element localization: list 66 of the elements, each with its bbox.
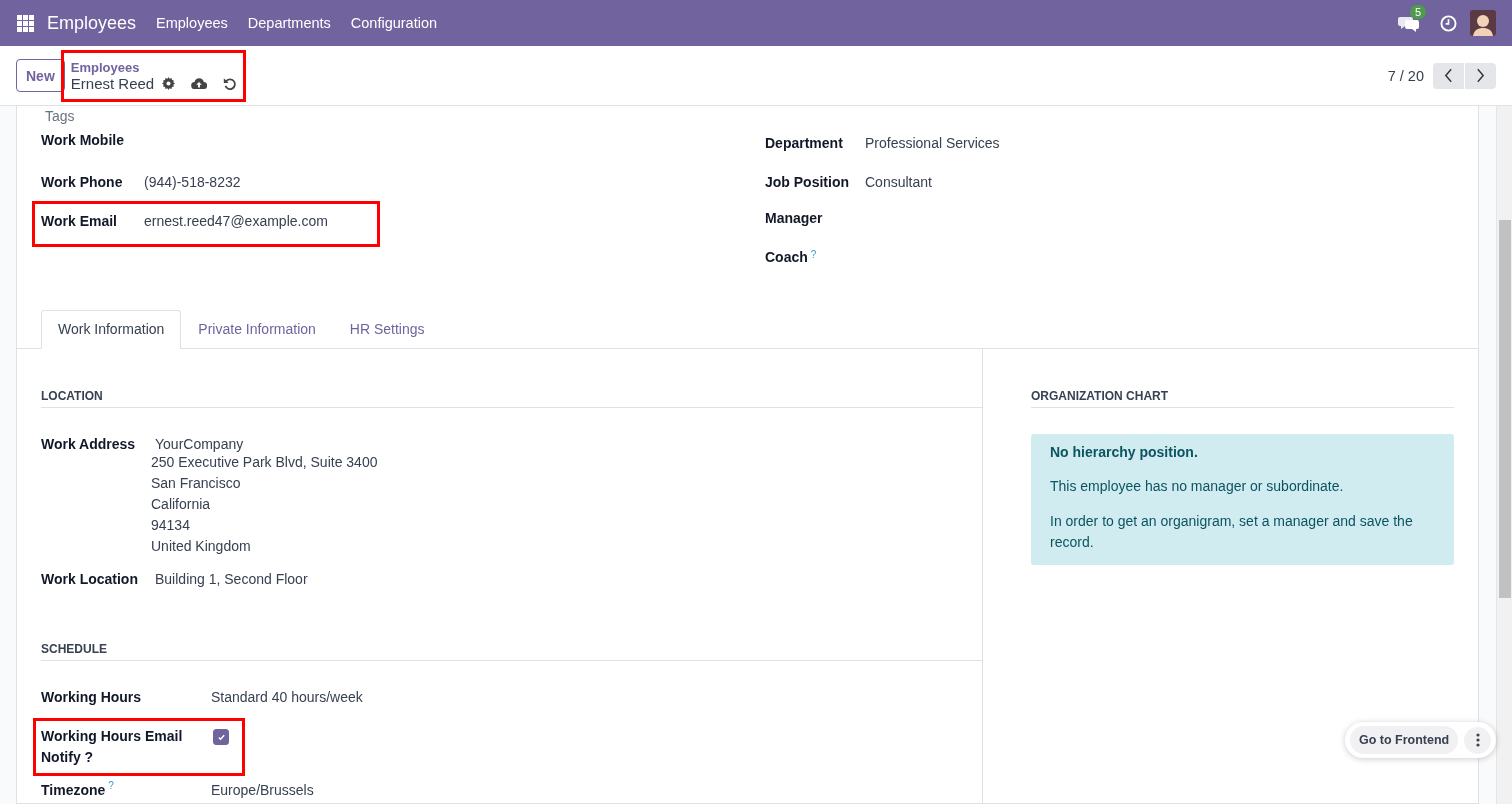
tab[interactable]: Private Information xyxy=(181,310,333,348)
tab[interactable]: Work Information xyxy=(41,310,182,349)
field-label: Work Address xyxy=(41,436,137,452)
tab[interactable]: HR Settings xyxy=(332,310,442,348)
chat-bubbles-icon xyxy=(1398,14,1420,32)
field-label: Work Email xyxy=(41,213,118,229)
field-value[interactable]: YourCompany xyxy=(155,434,378,452)
clock-icon xyxy=(1440,14,1457,32)
undo-icon xyxy=(223,76,237,90)
field-label: Working Hours Email Notify ? xyxy=(41,727,184,767)
alert-text: This employee has no manager or subordinate. xyxy=(1050,477,1345,496)
field-label: Work Phone xyxy=(41,174,124,190)
field-label: Manager xyxy=(765,210,824,226)
breadcrumb-link[interactable]: Employees xyxy=(70,59,237,75)
section-title: LOCATION xyxy=(41,389,982,408)
field-value[interactable]: Europe/Brussels xyxy=(211,782,314,798)
chevron-left-icon xyxy=(1444,68,1453,83)
apps-grid-icon xyxy=(17,14,34,32)
pager-counter: 7 / 20 xyxy=(1387,67,1424,84)
field-label: Timezone xyxy=(41,781,106,800)
kebab-menu-icon xyxy=(1475,733,1480,747)
tags-field[interactable]: Tags xyxy=(17,106,1478,132)
field-value[interactable]: Standard 40 hours/week xyxy=(211,689,363,705)
activity-button[interactable] xyxy=(1440,14,1457,32)
message-count-badge: 5 xyxy=(1410,5,1427,19)
new-button[interactable]: New xyxy=(16,59,65,92)
menu-item[interactable]: Configuration xyxy=(350,15,438,31)
app-title[interactable]: Employees xyxy=(47,12,137,34)
scrollbar-thumb[interactable] xyxy=(1499,220,1511,598)
alert-title: No hierarchy position. xyxy=(1050,444,1199,460)
go-to-frontend-button[interactable]: Go to Frontend xyxy=(1350,726,1459,754)
apps-menu-button[interactable] xyxy=(17,14,34,32)
address-line: 250 Executive Park Blvd, Suite 3400 xyxy=(151,453,378,472)
field-label: Coach xyxy=(765,249,808,265)
field-label: Work Location xyxy=(41,571,139,587)
help-tooltip[interactable]: ? xyxy=(810,249,817,260)
user-avatar-icon[interactable] xyxy=(1470,10,1496,36)
address-line: California xyxy=(151,495,212,514)
field-label: Working Hours xyxy=(41,688,143,707)
checkbox[interactable] xyxy=(213,729,229,745)
help-tooltip[interactable]: ? xyxy=(108,780,114,791)
record-title: Ernest Reed xyxy=(70,74,155,92)
field-label: Work Mobile xyxy=(41,132,125,148)
address-line: 94134 xyxy=(151,516,191,535)
previous-button[interactable] xyxy=(1433,62,1464,89)
field-value[interactable]: Professional Services xyxy=(865,132,1000,151)
section-title: SCHEDULE xyxy=(41,642,982,661)
gear-icon xyxy=(162,76,176,90)
field-value[interactable]: Consultant xyxy=(865,171,932,190)
address-line: San Francisco xyxy=(151,474,242,493)
scrollbar[interactable] xyxy=(1496,106,1512,804)
messages-button[interactable] xyxy=(1398,14,1420,32)
field-label: Job Position xyxy=(765,174,850,190)
address-line: United Kingdom xyxy=(151,537,252,556)
field-value[interactable]: (944)-518-8232 xyxy=(144,171,241,190)
check-icon xyxy=(216,732,226,742)
cloud-upload-icon xyxy=(191,76,208,90)
field-value[interactable]: Building 1, Second Floor xyxy=(155,571,308,587)
alert-text: In order to get an organigram, set a manager and save the record. xyxy=(1050,512,1414,552)
section-title: ORGANIZATION CHART xyxy=(1031,389,1454,408)
chevron-right-icon xyxy=(1476,68,1485,83)
menu-item[interactable]: Employees xyxy=(156,15,228,31)
next-button[interactable] xyxy=(1465,62,1496,89)
menu-item[interactable]: Departments xyxy=(247,15,331,31)
field-value[interactable]: ernest.reed47@example.com xyxy=(144,210,328,229)
field-label: Department xyxy=(765,135,844,151)
